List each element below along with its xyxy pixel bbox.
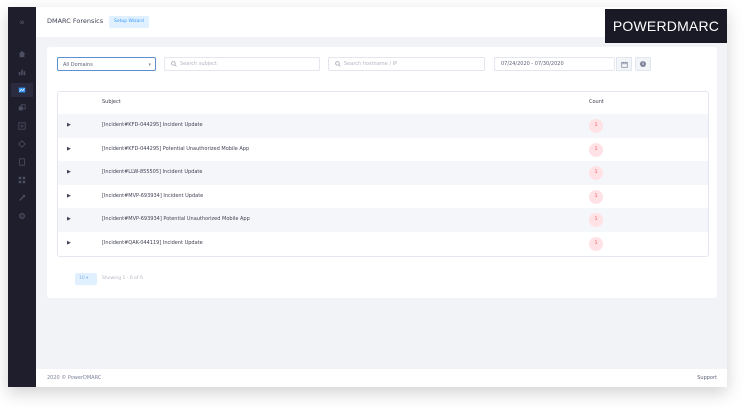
settings-icon[interactable] — [14, 209, 30, 223]
page-size-select[interactable]: 10 ▾ — [75, 273, 97, 285]
domain-icon[interactable] — [14, 101, 30, 115]
search-subject-input[interactable]: Search subject — [164, 57, 320, 71]
table-header: Subject Count — [58, 92, 708, 114]
date-range-input[interactable]: 07/24/2020 - 07/30/2020 — [494, 57, 615, 71]
forensics-table: Subject Count ▶ [Incident#KFD-044295] In… — [57, 91, 709, 257]
info-icon: i — [640, 61, 646, 67]
count-badge: 1 — [589, 166, 603, 181]
domain-select-value: All Domains — [63, 62, 93, 68]
grid-icon[interactable] — [14, 173, 30, 187]
count-badge: 1 — [589, 119, 603, 133]
hosted-services-icon[interactable] — [14, 137, 30, 151]
count-badge: 1 — [589, 142, 603, 157]
copyright-text: 2020 © PowerDMARC — [47, 375, 102, 381]
row-subject: [Incident#LLW-855505] Incident Update — [102, 169, 203, 176]
row-subject: [Incident#QAK-044119] Incident Update — [102, 239, 203, 246]
footer: 2020 © PowerDMARC Support — [36, 369, 727, 387]
page-title: DMARC Forensics — [47, 17, 104, 25]
sidebar: » — [8, 7, 36, 387]
integration-icon[interactable] — [14, 119, 30, 133]
count-badge: 1 — [589, 189, 603, 204]
document-icon[interactable] — [14, 155, 30, 169]
expand-row-icon[interactable]: ▶ — [67, 146, 71, 152]
calendar-icon — [620, 61, 628, 68]
search-icon — [335, 60, 341, 67]
table-row[interactable]: ▶ [Incident#MVP-693934] Potential Unauth… — [58, 208, 708, 232]
showing-count: Showing 1 - 6 of 6 — [102, 276, 143, 281]
search-hostname-input[interactable]: Search hostname / IP — [328, 57, 485, 71]
reports-icon[interactable] — [11, 83, 33, 97]
expand-row-icon[interactable]: ▶ — [67, 216, 71, 222]
count-badge: 1 — [589, 213, 603, 228]
row-subject: [Incident#KFD-044295] Incident Update — [102, 122, 203, 128]
search-hostname-placeholder: Search hostname / IP — [344, 61, 398, 67]
app-window: » DMARC Forensics Setup Wizard POWERDMAR… — [8, 7, 727, 387]
expand-row-icon[interactable]: ▶ — [67, 169, 71, 175]
expand-row-icon[interactable]: ▶ — [67, 193, 71, 199]
home-icon[interactable] — [14, 47, 30, 61]
setup-wizard-button[interactable]: Setup Wizard — [109, 16, 149, 28]
count-badge: 1 — [589, 236, 603, 251]
support-link[interactable]: Support — [697, 375, 717, 381]
calendar-button[interactable] — [616, 57, 632, 71]
column-header-count[interactable]: Count — [589, 99, 604, 105]
page-size-value: 10 — [79, 276, 85, 281]
forensics-card: All Domains ▾ Search subject Search host… — [47, 47, 717, 298]
info-button[interactable]: i — [635, 57, 651, 71]
sidebar-toggle-icon[interactable]: » — [16, 17, 28, 29]
table-row[interactable]: ▶ [Incident#LLW-855505] Incident Update … — [58, 161, 708, 185]
powerdmarc-logo: POWERDMARC — [605, 9, 727, 43]
column-header-subject[interactable]: Subject — [102, 99, 121, 105]
search-subject-placeholder: Search subject — [180, 61, 217, 67]
table-row[interactable]: ▶ [Incident#KFD-044295] Potential Unauth… — [58, 138, 708, 162]
search-icon — [171, 60, 177, 67]
row-subject: [Incident#KFD-044295] Potential Unauthor… — [102, 145, 250, 152]
table-row[interactable]: ▶ [Incident#MVP-693934] Incident Update … — [58, 185, 708, 209]
expand-row-icon[interactable]: ▶ — [67, 240, 71, 246]
expand-row-icon[interactable]: ▶ — [67, 122, 71, 128]
table-row[interactable]: ▶ [Incident#KFD-044295] Incident Update … — [58, 114, 708, 138]
row-subject: [Incident#MVP-693934] Potential Unauthor… — [102, 216, 250, 223]
table-body: ▶ [Incident#KFD-044295] Incident Update … — [58, 114, 708, 256]
domain-select[interactable]: All Domains ▾ — [57, 57, 156, 71]
tools-icon[interactable] — [14, 191, 30, 205]
table-row[interactable]: ▶ [Incident#QAK-044119] Incident Update … — [58, 232, 708, 256]
filter-bar: All Domains ▾ Search subject Search host… — [57, 57, 707, 73]
chevron-down-icon: ▾ — [148, 62, 151, 68]
row-subject: [Incident#MVP-693934] Incident Update — [102, 192, 204, 199]
analytics-icon[interactable] — [14, 65, 30, 79]
